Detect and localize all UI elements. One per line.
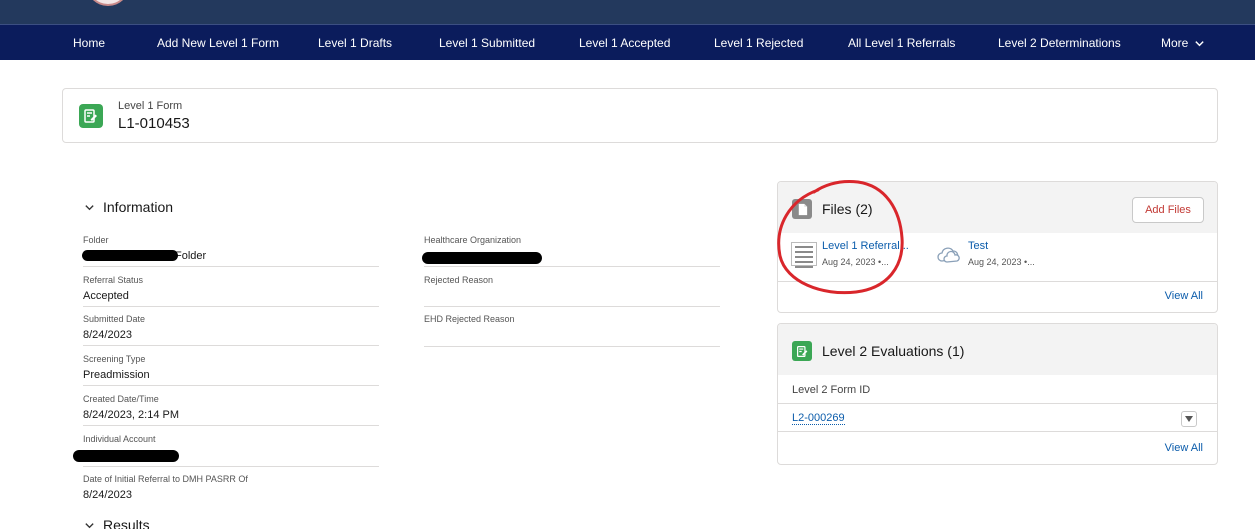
column-header-form-id: Level 2 Form ID <box>792 384 871 396</box>
divider <box>778 403 1217 404</box>
files-card: Files (2) Add Files Level 1 Referral... … <box>777 181 1218 313</box>
files-view-all-link[interactable]: View All <box>1165 290 1203 302</box>
evaluation-icon <box>792 341 812 361</box>
field-submitted-date: Submitted Date 8/24/2023 <box>83 314 379 346</box>
files-title: Files (2) <box>822 201 873 217</box>
nav-item-home[interactable]: Home <box>73 36 105 50</box>
chevron-down-icon <box>85 522 94 528</box>
nav-item-all-level-1-referrals[interactable]: All Level 1 Referrals <box>848 36 955 50</box>
field-label: Folder <box>83 235 109 245</box>
nav-item-add-new-level-1-form[interactable]: Add New Level 1 Form <box>157 36 279 50</box>
field-value: 8/24/2023 <box>83 489 132 501</box>
record-form-icon <box>79 104 103 128</box>
nav-item-level-1-submitted[interactable]: Level 1 Submitted <box>439 36 535 50</box>
file-link-level-1-referral[interactable]: Level 1 Referral... <box>822 240 909 252</box>
nav-bar: Home Add New Level 1 Form Level 1 Drafts… <box>0 24 1255 60</box>
field-label: Healthcare Organization <box>424 235 522 245</box>
redacted-block <box>82 250 178 261</box>
redacted-block <box>73 450 179 462</box>
field-label: Individual Account <box>83 434 156 444</box>
field-label: Referral Status <box>83 275 144 285</box>
evaluations-card: Level 2 Evaluations (1) Level 2 Form ID … <box>777 323 1218 465</box>
field-date-initial-referral: Date of Initial Referral to DMH PASRR Of… <box>83 474 379 506</box>
file-link-test[interactable]: Test <box>968 240 988 252</box>
row-actions-dropdown[interactable] <box>1181 411 1197 427</box>
record-header: Level 1 Form L1-010453 <box>62 88 1218 143</box>
evaluations-view-all-link[interactable]: View All <box>1165 442 1203 454</box>
file-meta: Aug 24, 2023 •... <box>968 257 1035 267</box>
nav-more-menu[interactable]: More <box>1161 36 1205 50</box>
field-created-date-time: Created Date/Time 8/24/2023, 2:14 PM <box>83 394 379 426</box>
field-label: EHD Rejected Reason <box>424 314 515 324</box>
level-2-form-link[interactable]: L2-000269 <box>792 412 845 425</box>
divider <box>778 281 1217 282</box>
field-value: 8/24/2023, 2:14 PM <box>83 409 180 421</box>
top-banner <box>0 0 1255 24</box>
dropdown-arrow-icon <box>1185 416 1193 422</box>
field-rejected-reason: Rejected Reason <box>424 275 720 307</box>
field-value: Preadmission <box>83 369 150 381</box>
redacted-block <box>422 252 542 264</box>
field-ehd-rejected-reason: EHD Rejected Reason <box>424 314 720 347</box>
cloud-file-icon[interactable] <box>936 246 962 264</box>
field-label: Rejected Reason <box>424 275 494 285</box>
field-label: Screening Type <box>83 354 146 364</box>
nav-item-level-1-accepted[interactable]: Level 1 Accepted <box>579 36 670 50</box>
results-section-toggle[interactable]: Results <box>84 517 150 529</box>
results-title: Results <box>103 517 150 529</box>
divider <box>778 431 1217 432</box>
information-title: Information <box>103 199 174 215</box>
add-files-button[interactable]: Add Files <box>1132 197 1204 223</box>
information-section-toggle[interactable]: Information <box>84 199 173 215</box>
field-value: Accepted <box>83 290 129 302</box>
logo <box>86 0 130 6</box>
record-name: L1-010453 <box>118 115 190 132</box>
field-label: Date of Initial Referral to DMH PASRR Of <box>83 474 248 484</box>
field-label: Created Date/Time <box>83 394 159 404</box>
evaluations-title: Level 2 Evaluations (1) <box>822 343 965 359</box>
field-screening-type: Screening Type Preadmission <box>83 354 379 386</box>
chevron-down-icon <box>1195 40 1205 46</box>
file-meta: Aug 24, 2023 •... <box>822 257 889 267</box>
record-type-label: Level 1 Form <box>118 100 183 112</box>
nav-item-level-2-determinations[interactable]: Level 2 Determinations <box>998 36 1121 50</box>
field-referral-status: Referral Status Accepted <box>83 275 379 307</box>
field-label: Submitted Date <box>83 314 146 324</box>
field-value <box>424 329 720 342</box>
chevron-down-icon <box>85 204 94 210</box>
nav-item-level-1-drafts[interactable]: Level 1 Drafts <box>318 36 392 50</box>
nav-item-level-1-rejected[interactable]: Level 1 Rejected <box>714 36 803 50</box>
field-value <box>424 290 720 303</box>
file-thumbnail[interactable] <box>791 242 817 268</box>
files-icon <box>792 199 812 219</box>
nav-more-label: More <box>1161 36 1189 50</box>
field-value: 8/24/2023 <box>83 329 132 341</box>
